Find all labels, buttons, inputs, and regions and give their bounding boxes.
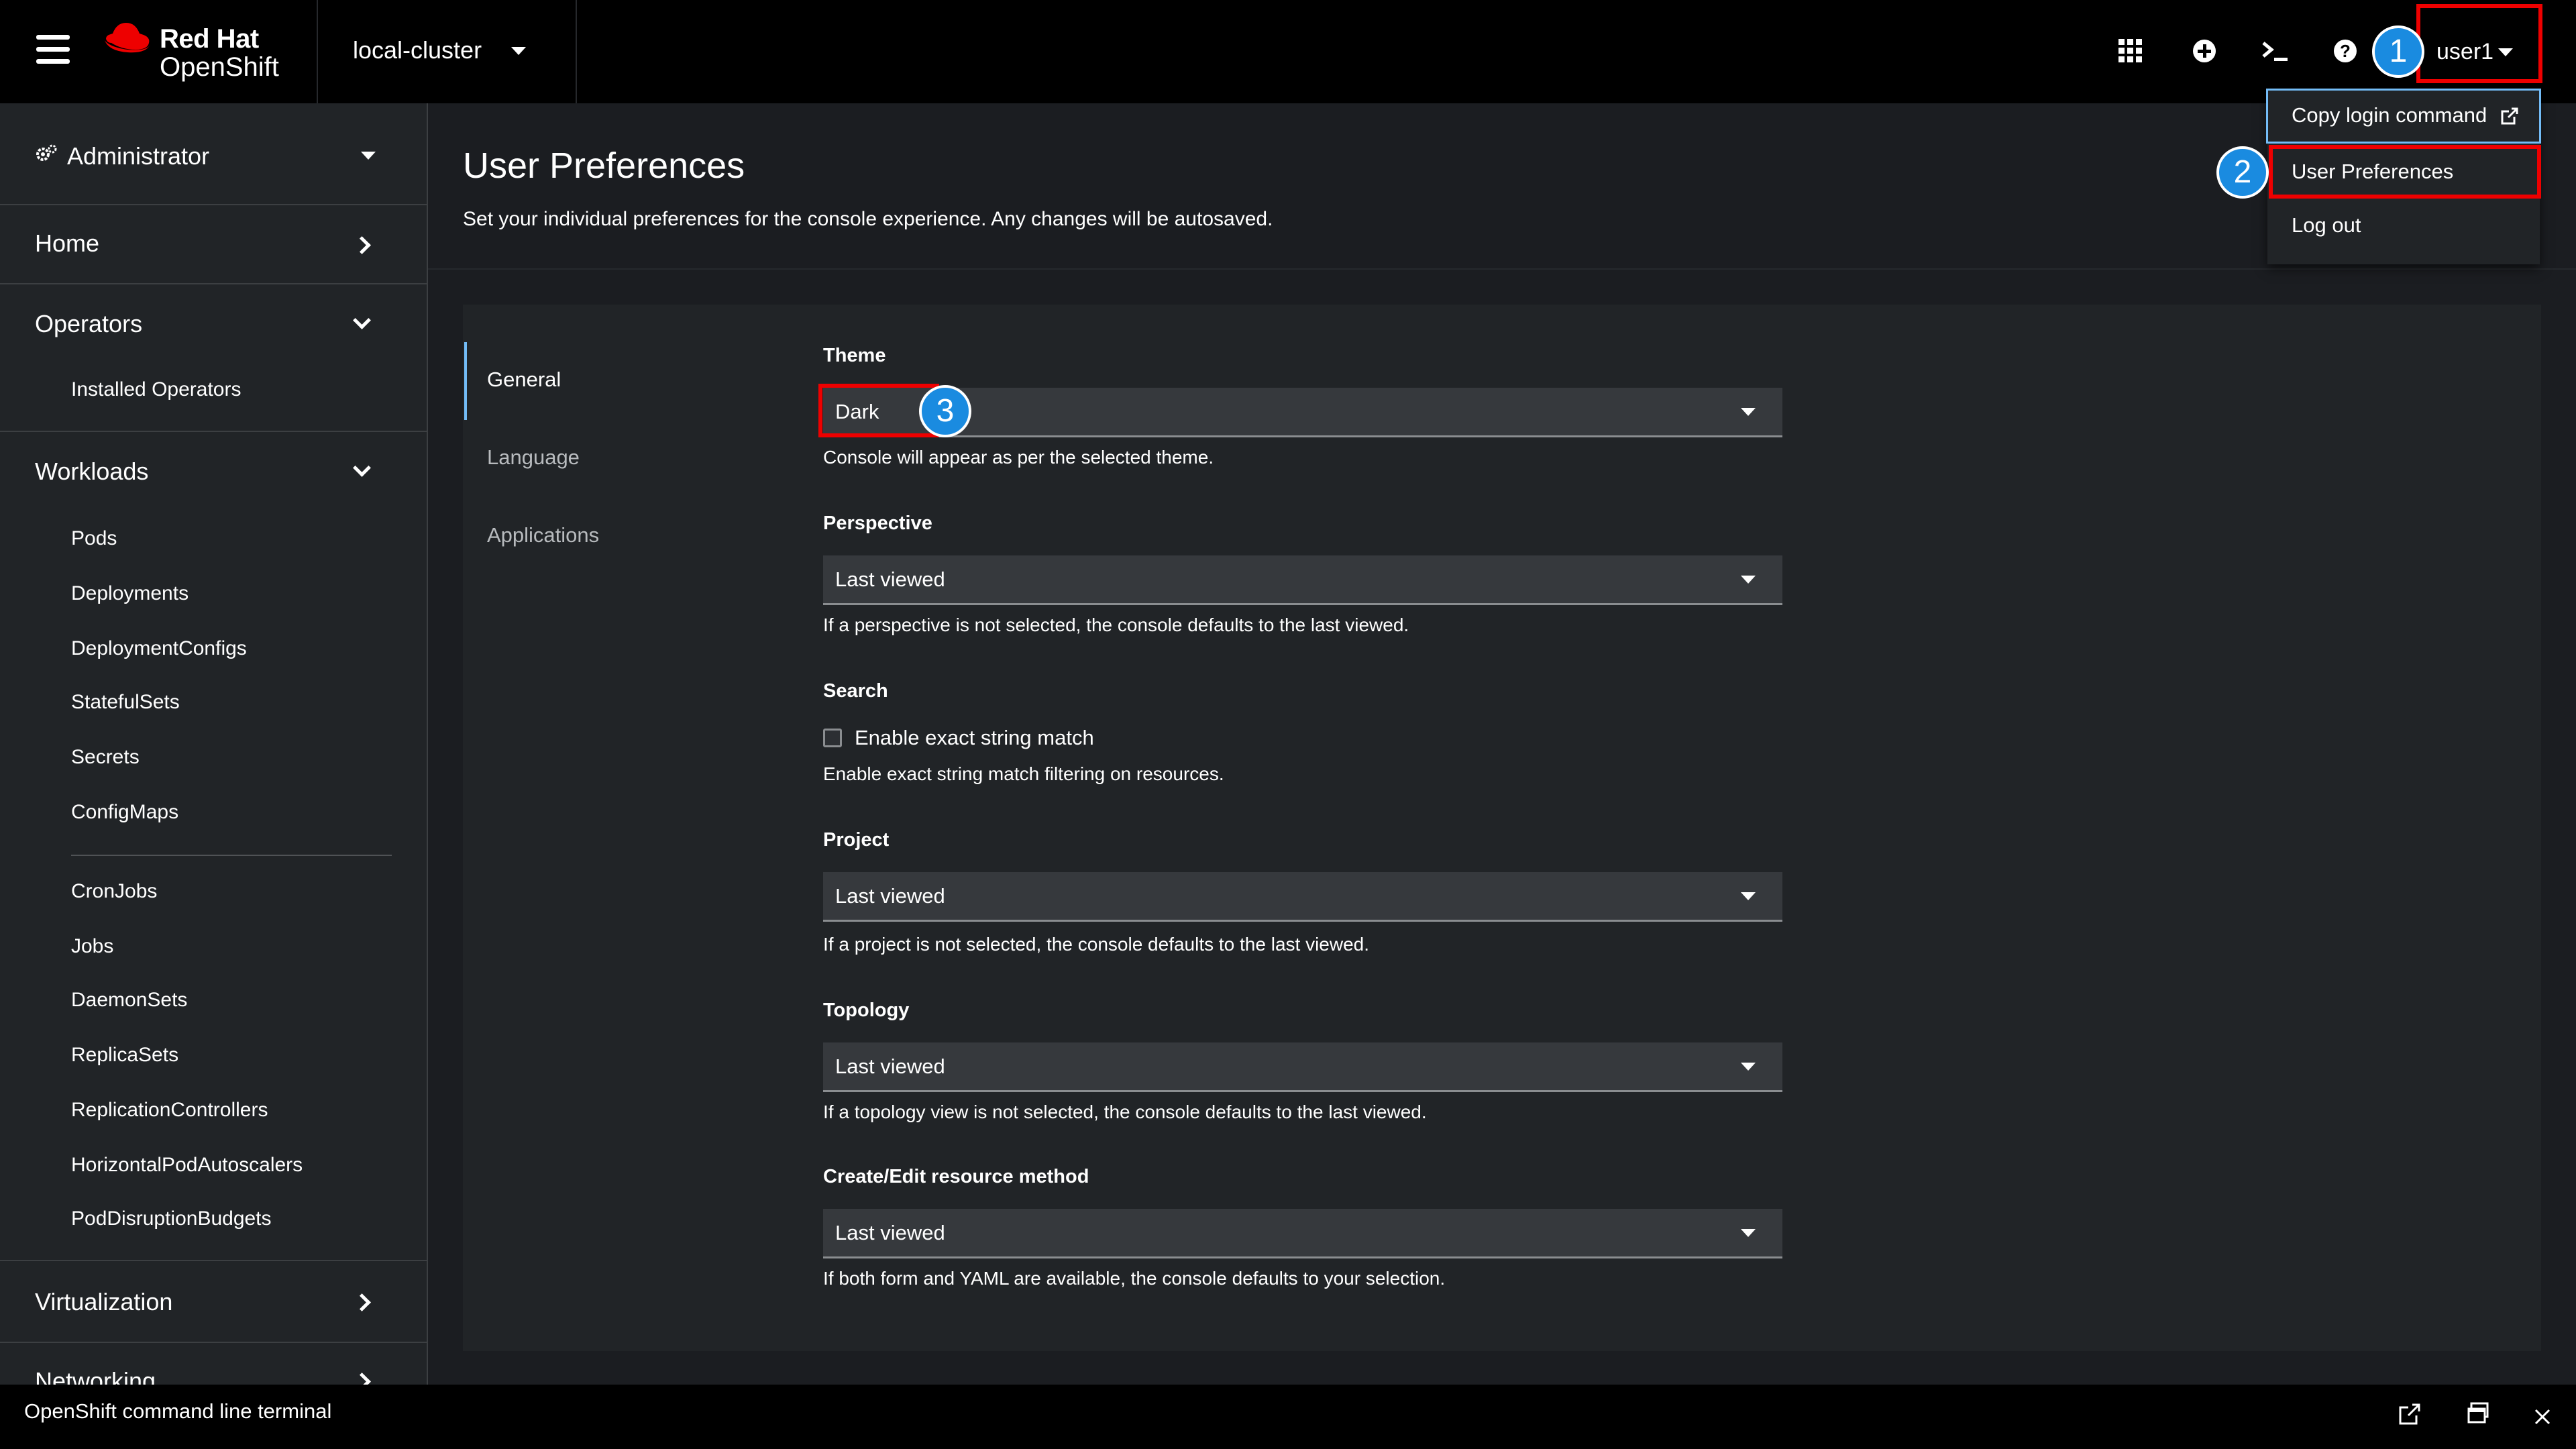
header-divider xyxy=(428,268,2576,270)
sidebar: Administrator Home Operators Installed O… xyxy=(0,103,428,1385)
chevron-right-icon xyxy=(353,1293,371,1311)
page-description: Set your individual preferences for the … xyxy=(463,208,1273,230)
chevron-down-icon[interactable] xyxy=(353,311,371,329)
nav-item-configmaps[interactable]: ConfigMaps xyxy=(71,801,178,824)
perspective-label: Perspective xyxy=(823,513,932,534)
nav-home[interactable]: Home xyxy=(0,204,427,284)
page-title: User Preferences xyxy=(463,146,745,186)
user-caret-icon[interactable] xyxy=(2498,48,2513,56)
nav-item-replicationcontrollers[interactable]: ReplicationControllers xyxy=(71,1099,268,1122)
nav-item-deploymentconfigs[interactable]: DeploymentConfigs xyxy=(71,637,247,660)
nav-item-replicasets[interactable]: ReplicaSets xyxy=(71,1044,178,1067)
masthead-divider xyxy=(576,0,577,103)
preferences-card xyxy=(463,305,2541,1351)
nav-item-poddisruptionbudgets[interactable]: PodDisruptionBudgets xyxy=(71,1208,272,1230)
help-icon[interactable]: ? xyxy=(2332,38,2359,64)
perspective-switcher[interactable]: Administrator xyxy=(0,103,427,205)
grid-icon[interactable] xyxy=(2117,38,2144,64)
nav-networking[interactable]: Networking xyxy=(0,1342,427,1385)
chevron-down-icon[interactable] xyxy=(353,459,371,477)
perspective-helper: If a perspective is not selected, the co… xyxy=(823,614,1409,635)
perspective-select[interactable]: Last viewed xyxy=(823,555,1782,605)
redhat-logo-icon xyxy=(105,23,150,53)
theme-helper: Console will appear as per the selected … xyxy=(823,447,1214,468)
nav-virtualization-label: Virtualization xyxy=(35,1288,173,1316)
close-icon[interactable] xyxy=(2533,1407,2552,1426)
brand-line1: Red Hat xyxy=(160,24,259,54)
exact-match-checkbox-label[interactable]: Enable exact string match xyxy=(855,726,1094,750)
masthead-divider xyxy=(317,0,318,103)
topology-select[interactable]: Last viewed xyxy=(823,1042,1782,1092)
nav-networking-label: Networking xyxy=(35,1367,156,1385)
nav-virtualization[interactable]: Virtualization xyxy=(0,1260,427,1343)
nav-item-cronjobs[interactable]: CronJobs xyxy=(71,880,157,903)
project-select-value: Last viewed xyxy=(835,884,945,908)
masthead: Red Hat OpenShift local-cluster ? user1 xyxy=(0,0,2576,103)
nav-item-horizontalpodautoscalers[interactable]: HorizontalPodAutoscalers xyxy=(71,1154,303,1177)
nav-workloads: Workloads Pods Deployments DeploymentCon… xyxy=(0,431,427,1261)
nav-item-installed-operators[interactable]: Installed Operators xyxy=(71,378,241,401)
step-badge-3: 3 xyxy=(919,385,971,437)
nav-operators-label[interactable]: Operators xyxy=(35,310,142,338)
chevron-right-icon xyxy=(353,236,371,254)
caret-down-icon xyxy=(1741,1063,1756,1071)
resource-method-select[interactable]: Last viewed xyxy=(823,1209,1782,1258)
theme-label: Theme xyxy=(823,345,886,366)
chevron-right-icon xyxy=(353,1373,371,1385)
resource-method-label: Create/Edit resource method xyxy=(823,1166,1089,1187)
nav-item-daemonsets[interactable]: DaemonSets xyxy=(71,989,187,1012)
svg-text:?: ? xyxy=(2340,41,2351,61)
plus-circle-icon[interactable] xyxy=(2191,38,2218,64)
perspective-caret-icon xyxy=(361,152,376,160)
nav-home-label: Home xyxy=(35,229,100,257)
nav-item-statefulsets[interactable]: StatefulSets xyxy=(71,691,180,714)
cluster-caret-icon[interactable] xyxy=(511,47,526,55)
terminal-title: OpenShift command line terminal xyxy=(24,1399,332,1423)
resource-method-select-value: Last viewed xyxy=(835,1221,945,1244)
active-tab-indicator xyxy=(464,342,467,420)
nav-item-jobs[interactable]: Jobs xyxy=(71,935,113,958)
perspective-select-value: Last viewed xyxy=(835,568,945,591)
hamburger-menu-icon[interactable] xyxy=(36,35,70,64)
menu-item-log-out[interactable]: Log out xyxy=(2292,213,2361,237)
search-helper: Enable exact string match filtering on r… xyxy=(823,763,1224,784)
topology-select-value: Last viewed xyxy=(835,1055,945,1078)
brand-line2: OpenShift xyxy=(160,52,279,82)
resource-method-helper: If both form and YAML are available, the… xyxy=(823,1268,1446,1289)
nav-item-deployments[interactable]: Deployments xyxy=(71,582,189,605)
caret-down-icon xyxy=(1741,892,1756,900)
terminal-icon[interactable] xyxy=(2261,38,2290,64)
exact-match-checkbox[interactable] xyxy=(823,729,842,747)
tab-applications[interactable]: Applications xyxy=(487,523,599,547)
nav-item-pods[interactable]: Pods xyxy=(71,527,117,550)
user-menu-button[interactable]: user1 xyxy=(2436,39,2493,65)
tab-language[interactable]: Language xyxy=(487,445,580,470)
caret-down-icon xyxy=(1741,408,1756,416)
caret-down-icon xyxy=(1741,576,1756,584)
cogs-icon xyxy=(36,144,57,161)
restore-window-icon[interactable] xyxy=(2466,1401,2490,1425)
menu-focus-outline xyxy=(2266,89,2541,144)
terminal-bar: OpenShift command line terminal xyxy=(0,1385,2576,1449)
open-in-new-window-icon[interactable] xyxy=(2398,1402,2422,1426)
project-label: Project xyxy=(823,829,890,851)
nav-operators: Operators Installed Operators xyxy=(0,283,427,432)
tab-general[interactable]: General xyxy=(487,368,561,392)
perspective-label: Administrator xyxy=(67,142,210,170)
cluster-selector[interactable]: local-cluster xyxy=(353,36,482,64)
project-select[interactable]: Last viewed xyxy=(823,872,1782,922)
project-helper: If a project is not selected, the consol… xyxy=(823,934,1370,955)
search-label: Search xyxy=(823,680,888,702)
step-badge-2: 2 xyxy=(2216,146,2269,199)
nav-workloads-label[interactable]: Workloads xyxy=(35,458,148,486)
step-badge-1: 1 xyxy=(2372,25,2424,78)
theme-select-value: Dark xyxy=(835,400,879,423)
topology-helper: If a topology view is not selected, the … xyxy=(823,1102,1427,1122)
topology-label: Topology xyxy=(823,1000,910,1021)
menu-item-user-preferences[interactable]: User Preferences xyxy=(2292,160,2453,184)
caret-down-icon xyxy=(1741,1229,1756,1237)
nav-item-secrets[interactable]: Secrets xyxy=(71,746,140,769)
nav-divider xyxy=(71,855,392,856)
